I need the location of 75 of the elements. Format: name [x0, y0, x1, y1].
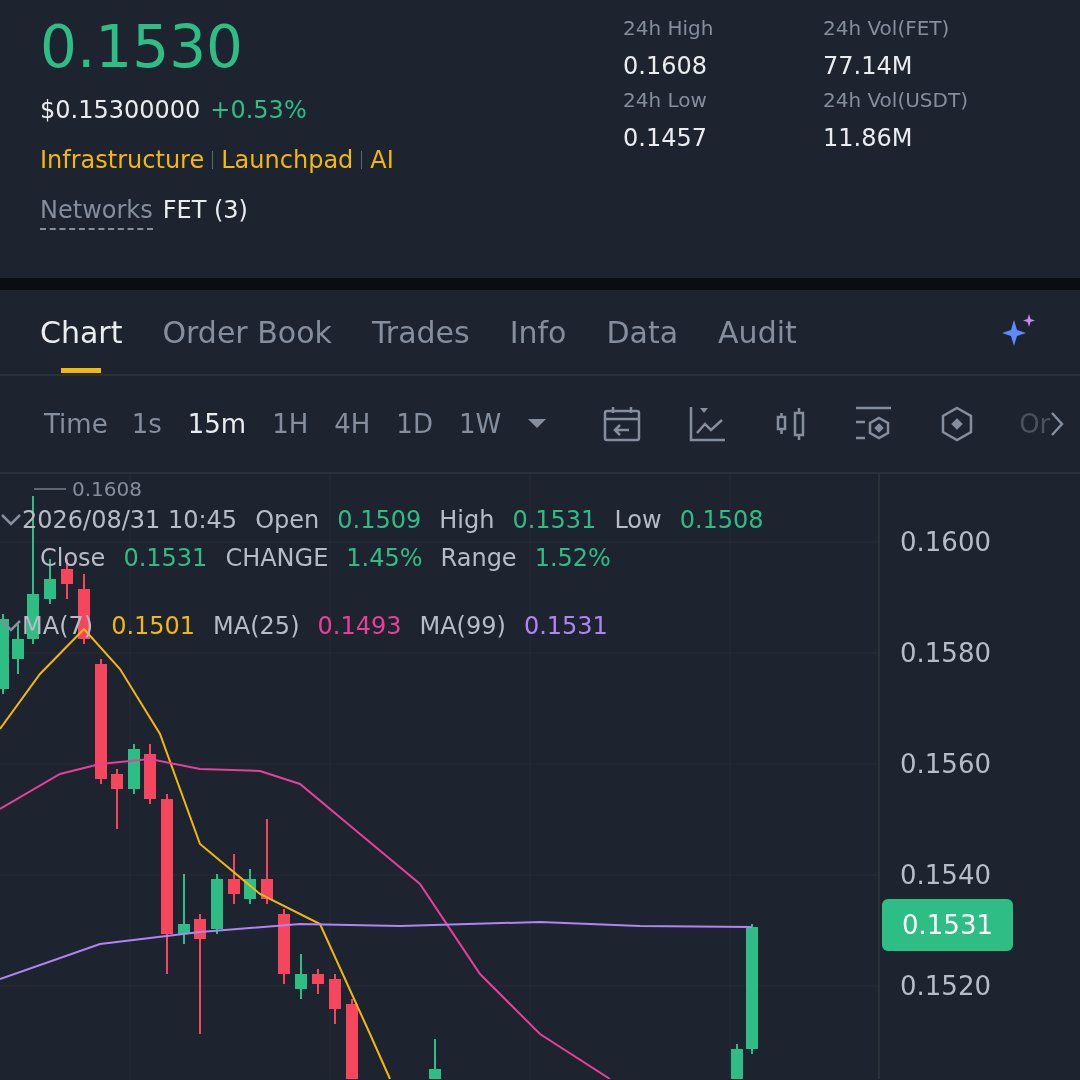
ma-label: MA(99): [419, 612, 506, 640]
last-price-label: 0.1531: [882, 899, 1013, 951]
usd-price: $0.15300000: [40, 96, 201, 124]
time-label: Time: [44, 409, 108, 439]
ohlc-label: Open: [255, 506, 320, 534]
line-chart-icon[interactable]: [689, 406, 728, 442]
interval-option[interactable]: 1H: [272, 409, 309, 439]
candle: [144, 743, 156, 805]
candle: [731, 1043, 743, 1079]
ohlc-value: 1.52%: [534, 544, 611, 572]
ma-value: 0.1501: [111, 612, 196, 640]
candle: [211, 873, 223, 935]
ohlc-value: 0.1531: [123, 544, 208, 572]
stat-label: 24h Vol(USDT): [823, 88, 969, 112]
hexagon-icon[interactable]: [941, 406, 974, 442]
ma-label: MA(25): [213, 612, 300, 640]
tab[interactable]: Order Book: [162, 289, 332, 375]
candle: [312, 968, 324, 995]
candle: [295, 953, 307, 1000]
price-axis-label: 0.1540: [900, 860, 992, 890]
stat-label: 24h Vol(FET): [823, 16, 951, 40]
stat-value: 0.1457: [623, 124, 708, 152]
tab[interactable]: Audit: [718, 289, 797, 375]
networks-label[interactable]: Networks: [40, 196, 153, 230]
category-tag[interactable]: Infrastructure: [40, 146, 205, 174]
ohlc-label: CHANGE: [225, 544, 329, 572]
interval-option[interactable]: 1W: [458, 409, 502, 439]
interval-option[interactable]: 1s: [131, 409, 162, 439]
networks-value: FET (3): [162, 196, 248, 224]
ma-value: 0.1531: [523, 612, 608, 640]
ohlc-label: High: [439, 506, 495, 534]
tab[interactable]: Trades: [371, 289, 470, 375]
stat-label: 24h High: [623, 16, 715, 40]
stat-value: 0.1608: [623, 52, 708, 80]
indicator-settings-icon[interactable]: [855, 406, 894, 442]
category-tag[interactable]: AI: [370, 146, 394, 174]
price-change: +0.53%: [210, 96, 307, 124]
stat-value: 77.14M: [823, 52, 914, 80]
interval-option[interactable]: 1D: [396, 409, 433, 439]
candle: [12, 623, 24, 675]
tab[interactable]: Info: [509, 289, 567, 375]
calendar-icon[interactable]: [603, 406, 642, 442]
stat-value: 11.86M: [823, 124, 914, 152]
category-tag[interactable]: Launchpad: [221, 146, 354, 174]
ma-value: 0.1493: [317, 612, 402, 640]
ohlc-value: 0.1509: [337, 506, 422, 534]
interval-option[interactable]: 15m: [187, 409, 247, 439]
candle: [329, 973, 341, 1025]
price-axis-label: 0.1600: [900, 527, 992, 557]
price-axis-label: 0.1580: [900, 638, 992, 668]
high-marker-line: [33, 488, 67, 490]
stat-label: 24h Low: [623, 88, 708, 112]
candle: [228, 853, 240, 905]
candle: [178, 873, 190, 945]
high-price-marker: 0.1608: [72, 477, 142, 501]
price-axis-label: 0.1520: [900, 971, 992, 1001]
last-price: 0.1530: [40, 12, 244, 82]
tab[interactable]: Chart: [40, 289, 123, 375]
candle: [244, 868, 256, 905]
caret-down-icon[interactable]: [527, 418, 548, 430]
ohlc-label: Low: [614, 506, 662, 534]
ohlc-value: 1.45%: [346, 544, 423, 572]
tab[interactable]: Data: [606, 289, 679, 375]
chevron-right-icon[interactable]: [1050, 411, 1065, 437]
ohlc-label: Range: [440, 544, 517, 572]
ohlc-label: Close: [40, 544, 106, 572]
ohlc-value: 0.1531: [512, 506, 597, 534]
ohlc-value: 0.1508: [679, 506, 764, 534]
candle: [111, 768, 123, 830]
candle: [429, 1038, 441, 1079]
chevron-down-icon[interactable]: [0, 513, 22, 527]
price-axis-label: 0.1560: [900, 749, 992, 779]
chevron-down-icon[interactable]: [0, 619, 22, 633]
interval-option[interactable]: 4H: [334, 409, 371, 439]
candle: [128, 743, 140, 795]
